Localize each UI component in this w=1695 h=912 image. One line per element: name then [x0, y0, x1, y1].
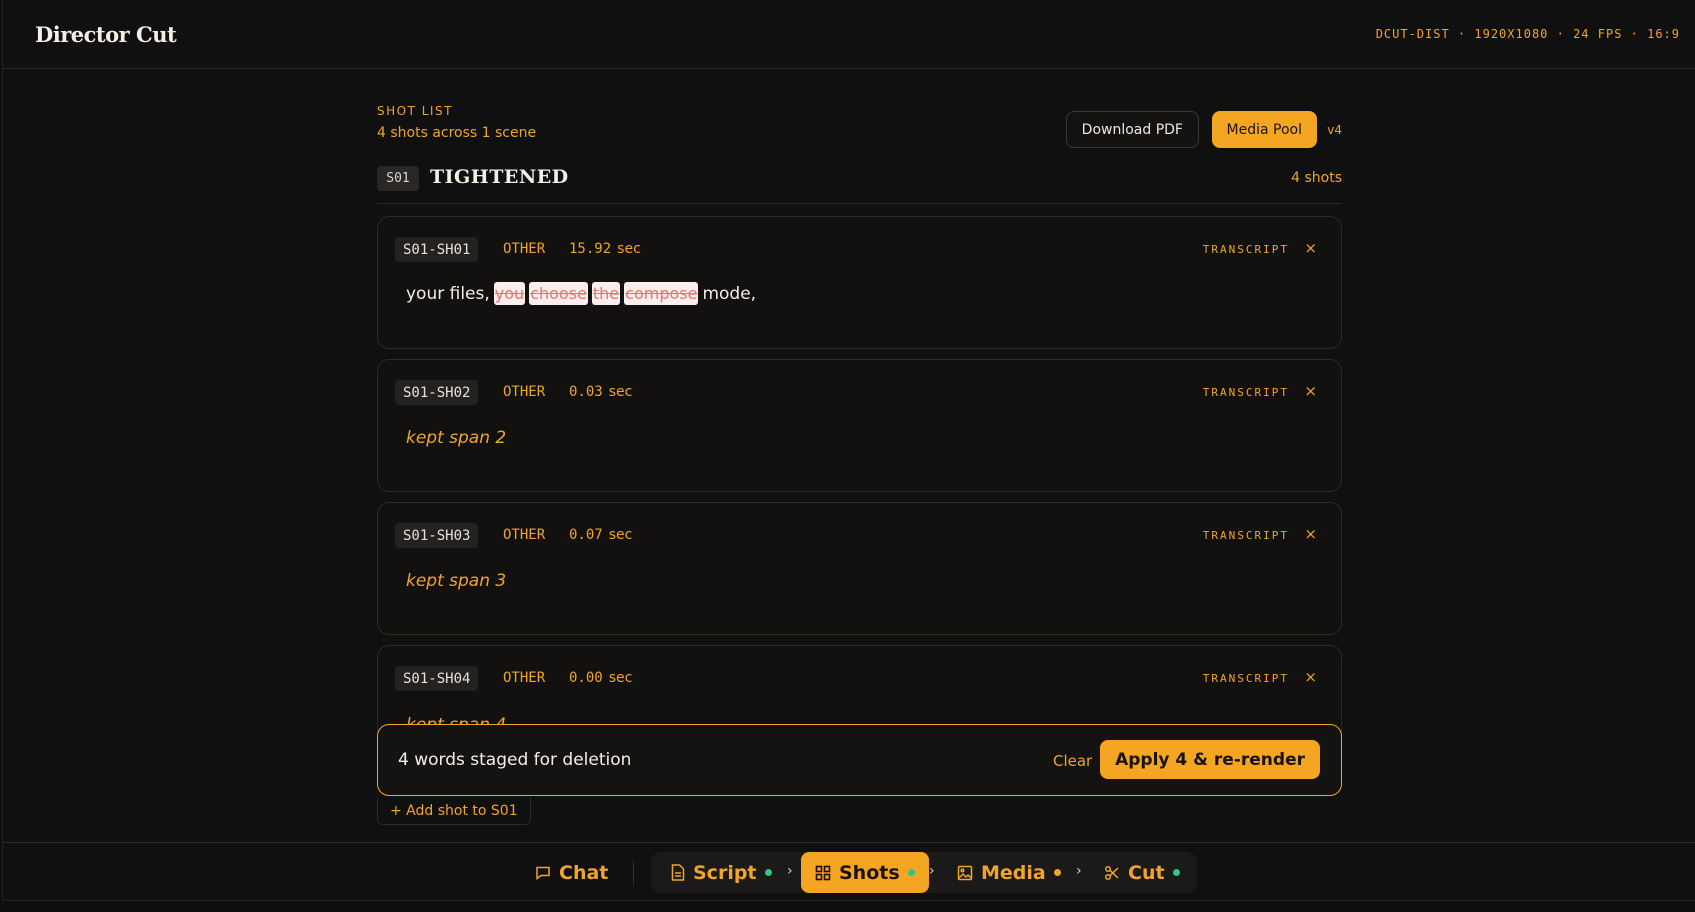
shot-duration: 15.92 sec	[569, 241, 641, 257]
nav-script-label: Script	[693, 861, 757, 884]
grid-icon	[815, 865, 831, 881]
duration-value: 15.92	[569, 241, 612, 257]
deleted-word[interactable]: choose	[529, 282, 588, 305]
chevron-right-icon: ›	[929, 863, 935, 879]
transcript-text: mode,	[702, 283, 757, 304]
close-icon[interactable]: ×	[1304, 239, 1317, 257]
shot-list-panel: SHOT LIST 4 shots across 1 scene Downloa…	[377, 69, 1342, 842]
add-shot-button[interactable]: + Add shot to S01	[377, 797, 531, 825]
shot-card: S01-SH01 OTHER 15.92 sec TRANSCRIPT × you…	[377, 216, 1342, 349]
duration-unit: sec	[608, 670, 633, 686]
nav-chat-label: Chat	[559, 861, 609, 884]
nav-chat[interactable]: Chat	[535, 852, 608, 893]
transcript-toggle[interactable]: TRANSCRIPT	[1203, 672, 1289, 685]
chat-icon	[535, 865, 551, 881]
app-frame: Director Cut DCUT-DIST · 1920X1080 · 24 …	[2, 0, 1695, 901]
close-icon[interactable]: ×	[1304, 382, 1317, 400]
download-pdf-button[interactable]: Download PDF	[1065, 111, 1199, 148]
shot-list-header: SHOT LIST 4 shots across 1 scene Downloa…	[377, 101, 1342, 149]
close-icon[interactable]: ×	[1304, 668, 1317, 686]
kept-span: kept span 2	[406, 428, 507, 448]
apply-rerender-button[interactable]: Apply 4 & re-render	[1100, 740, 1320, 779]
shot-id-badge: S01-SH02	[395, 380, 479, 405]
nav-cut-label: Cut	[1128, 861, 1165, 884]
transcript-toggle[interactable]: TRANSCRIPT	[1203, 386, 1289, 399]
shot-duration: 0.03 sec	[569, 384, 632, 400]
shot-card: S01-SH02 OTHER 0.03 sec TRANSCRIPT × kept…	[377, 359, 1342, 492]
shot-type: OTHER	[503, 527, 546, 543]
close-icon[interactable]: ×	[1304, 525, 1317, 543]
chevron-right-icon: ›	[1076, 863, 1082, 879]
nav-shots[interactable]: Shots	[801, 852, 929, 893]
nav-divider	[633, 861, 634, 885]
document-icon	[671, 864, 685, 881]
status-done-dot	[764, 869, 772, 876]
shot-card: S01-SH03 OTHER 0.07 sec TRANSCRIPT × kept…	[377, 502, 1342, 635]
shot-id-badge: S01-SH03	[395, 523, 479, 548]
deleted-word[interactable]: the	[591, 282, 621, 305]
shot-type: OTHER	[503, 384, 546, 400]
deleted-word[interactable]: you	[493, 282, 526, 305]
shot-duration: 0.07 sec	[569, 527, 632, 543]
status-done-dot	[907, 869, 915, 876]
shot-duration: 0.00 sec	[569, 670, 632, 686]
render-settings: DCUT-DIST · 1920X1080 · 24 FPS · 16:9	[1375, 27, 1680, 41]
scissors-icon	[1104, 865, 1120, 881]
shot-summary: 4 shots across 1 scene	[377, 125, 537, 141]
nav-media-label: Media	[981, 861, 1046, 884]
shot-id-badge: S01-SH04	[395, 666, 479, 691]
duration-unit: sec	[608, 527, 633, 543]
duration-value: 0.00	[569, 670, 603, 686]
duration-value: 0.07	[569, 527, 603, 543]
status-done-dot	[1172, 869, 1180, 876]
staged-deletion-bar: 4 words staged for deletion Clear Apply …	[377, 724, 1342, 796]
clear-button[interactable]: Clear	[1053, 752, 1092, 770]
scene-shot-count: 4 shots	[1291, 170, 1342, 186]
status-pending-dot	[1053, 869, 1061, 876]
nav-shots-label: Shots	[839, 861, 900, 884]
shot-type: OTHER	[503, 241, 546, 257]
staged-message: 4 words staged for deletion	[398, 750, 632, 770]
duration-unit: sec	[617, 241, 641, 257]
transcript-text: your files,	[406, 283, 490, 304]
transcript-toggle[interactable]: TRANSCRIPT	[1203, 529, 1289, 542]
top-bar: Director Cut DCUT-DIST · 1920X1080 · 24 …	[3, 0, 1695, 69]
bottom-navigation: Chat Script › Shots › Media › Cut	[3, 842, 1695, 901]
duration-unit: sec	[608, 384, 633, 400]
duration-value: 0.03	[569, 384, 603, 400]
app-title: Director Cut	[35, 21, 177, 47]
shot-id-badge: S01-SH01	[395, 237, 479, 262]
scene-code-badge: S01	[377, 166, 419, 191]
image-icon	[957, 865, 973, 881]
media-pool-button[interactable]: Media Pool	[1211, 111, 1317, 148]
kept-span: kept span 3	[406, 571, 507, 591]
shot-type: OTHER	[503, 670, 546, 686]
version-label: v4	[1327, 123, 1342, 137]
scene-title: TIGHTENED	[430, 166, 569, 188]
scene-divider	[377, 203, 1342, 204]
deleted-word[interactable]: compose	[624, 282, 699, 305]
chevron-right-icon: ›	[787, 863, 793, 879]
section-label: SHOT LIST	[377, 104, 453, 118]
nav-script[interactable]: Script	[671, 852, 772, 893]
shot-transcript: your files, you choose the compose mode,	[406, 282, 756, 305]
nav-cut[interactable]: Cut	[1104, 852, 1180, 893]
transcript-toggle[interactable]: TRANSCRIPT	[1203, 243, 1289, 256]
nav-media[interactable]: Media	[957, 852, 1061, 893]
